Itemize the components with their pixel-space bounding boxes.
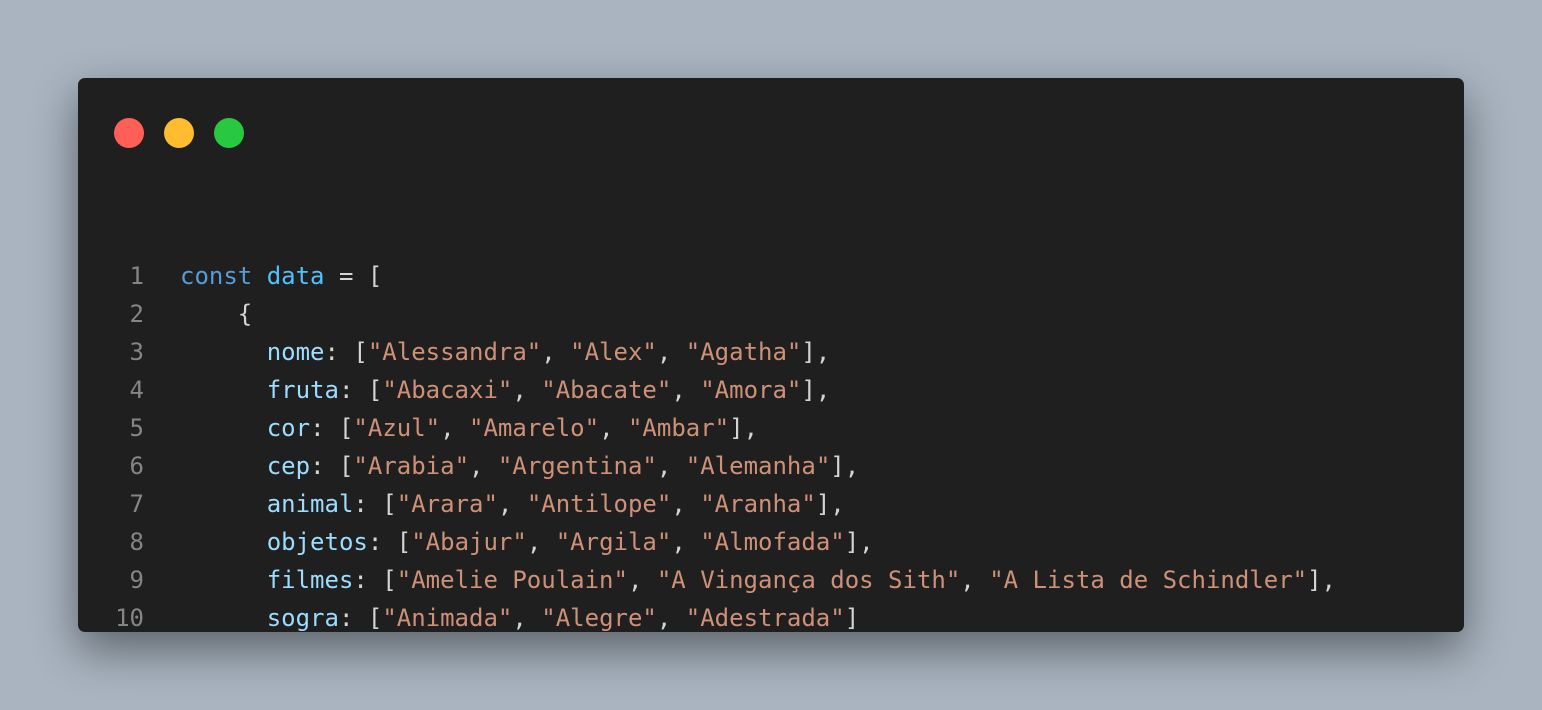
line-number: 2 xyxy=(129,300,144,328)
line-number: 5 xyxy=(129,414,144,442)
line-number: 3 xyxy=(129,338,144,366)
line-number: 4 xyxy=(129,376,144,404)
code-text: sogra: ["Animada", "Alegre", "Adestrada"… xyxy=(266,604,860,632)
maximize-button[interactable] xyxy=(214,118,244,148)
line-number: 8 xyxy=(129,528,144,556)
code-line: 5 cor: ["Azul", "Amarelo", "Ambar"], xyxy=(78,409,1336,447)
code-line: 3 nome: ["Alessandra", "Alex", "Agatha"]… xyxy=(78,333,1336,371)
code-line: 6 cep: ["Arabia", "Argentina", "Alemanha… xyxy=(78,447,1336,485)
code-line: 4 fruta: ["Abacaxi", "Abacate", "Amora"]… xyxy=(78,371,1336,409)
code-text: nome: ["Alessandra", "Alex", "Agatha"], xyxy=(266,338,831,366)
window-controls xyxy=(114,118,244,148)
code-text: cor: ["Azul", "Amarelo", "Ambar"], xyxy=(266,414,759,442)
code-block: 1 const data = [2 {3 nome: ["Alessandra",… xyxy=(78,257,1336,632)
close-button[interactable] xyxy=(114,118,144,148)
code-text: const data = [ xyxy=(180,262,383,290)
code-text: objetos: ["Abajur", "Argila", "Almofada"… xyxy=(266,528,874,556)
line-number: 6 xyxy=(129,452,144,480)
code-window: 1 const data = [2 {3 nome: ["Alessandra",… xyxy=(78,78,1464,632)
code-text: animal: ["Arara", "Antilope", "Aranha"], xyxy=(266,490,845,518)
code-line: 9 filmes: ["Amelie Poulain", "A Vingança… xyxy=(78,561,1336,599)
code-line: 2 { xyxy=(78,295,1336,333)
code-text: cep: ["Arabia", "Argentina", "Alemanha"]… xyxy=(266,452,860,480)
code-text: { xyxy=(180,300,253,328)
line-number: 7 xyxy=(129,490,144,518)
minimize-button[interactable] xyxy=(164,118,194,148)
line-number: 9 xyxy=(129,566,144,594)
code-line: 7 animal: ["Arara", "Antilope", "Aranha"… xyxy=(78,485,1336,523)
code-text: fruta: ["Abacaxi", "Abacate", "Amora"], xyxy=(266,376,831,404)
code-line: 10 sogra: ["Animada", "Alegre", "Adestra… xyxy=(78,599,1336,632)
code-text: filmes: ["Amelie Poulain", "A Vingança d… xyxy=(266,566,1336,594)
code-line: 8 objetos: ["Abajur", "Argila", "Almofad… xyxy=(78,523,1336,561)
line-number: 10 xyxy=(115,604,144,632)
line-number: 1 xyxy=(129,262,144,290)
code-line: 1 const data = [ xyxy=(78,257,1336,295)
